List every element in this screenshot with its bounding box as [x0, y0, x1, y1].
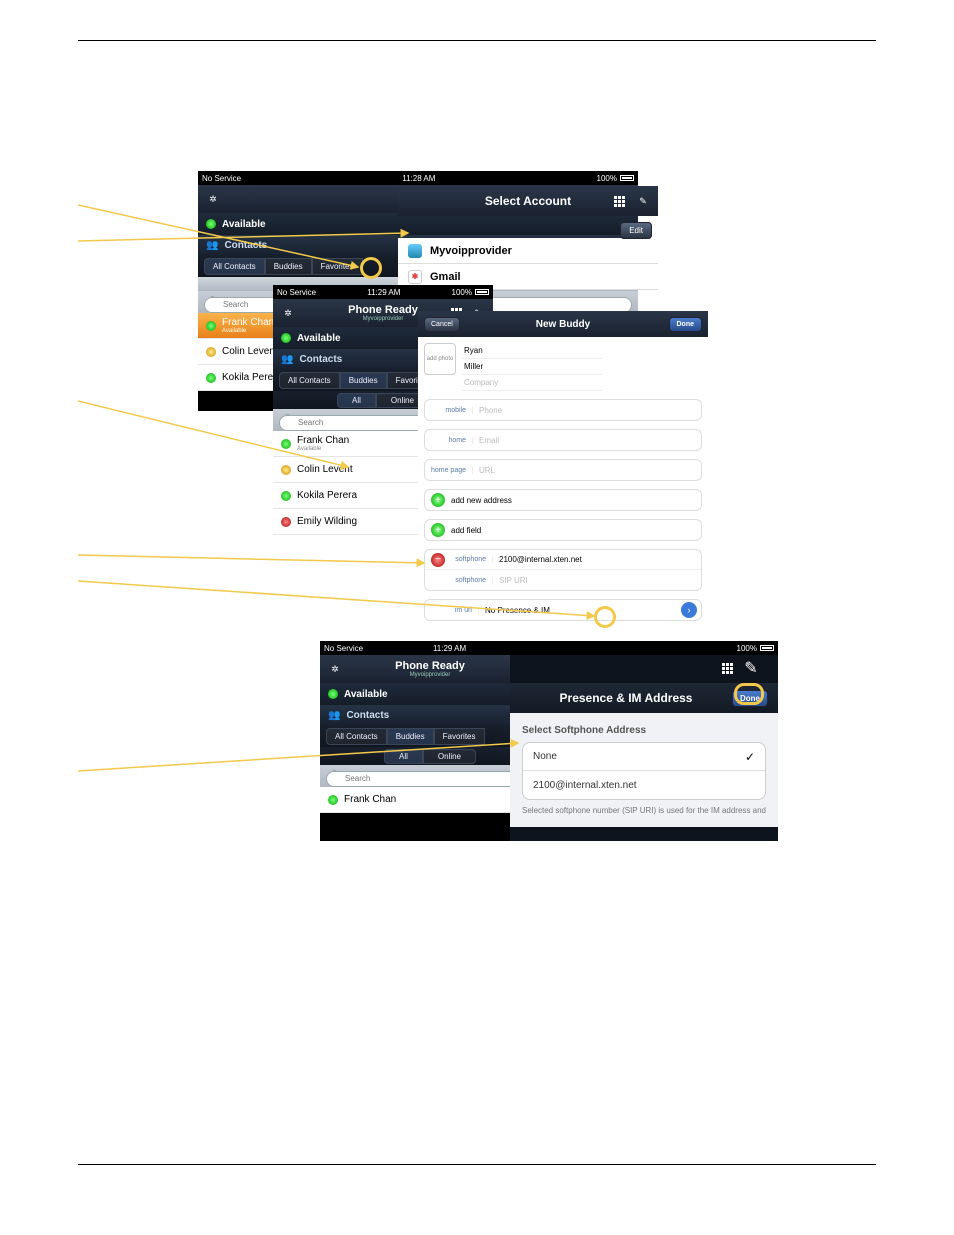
- presence-available-icon: [328, 689, 338, 699]
- status-bar: 100%: [510, 641, 778, 655]
- field-homepage[interactable]: home pageURL: [425, 460, 701, 480]
- contacts-label: Contacts: [224, 240, 267, 251]
- option-address[interactable]: 2100@internal.xten.net: [523, 771, 765, 799]
- availability-label: Available: [222, 219, 266, 230]
- delete-icon[interactable]: −: [431, 553, 445, 567]
- new-buddy-panel: Cancel New Buddy Done add photo Ryan Mil…: [418, 311, 708, 641]
- filter-all[interactable]: All: [384, 749, 423, 764]
- add-icon: +: [431, 493, 445, 507]
- select-account-nav: Select Account ✎: [398, 186, 658, 216]
- filter-all[interactable]: All: [337, 393, 376, 408]
- seg-favorites[interactable]: Favorites: [312, 258, 363, 275]
- seg-all-contacts[interactable]: All Contacts: [279, 372, 340, 389]
- seg-all-contacts[interactable]: All Contacts: [204, 258, 265, 275]
- presence-away-icon: [206, 347, 216, 357]
- field-mobile[interactable]: mobilePhone: [425, 400, 701, 420]
- people-icon: 👥: [206, 240, 218, 251]
- presence-available-icon: [281, 333, 291, 343]
- tool-icon[interactable]: ✎: [634, 192, 652, 210]
- status-time: 11:28 AM: [402, 174, 435, 183]
- availability-row[interactable]: Available: [320, 683, 540, 705]
- name-fields: Ryan Miller Company: [462, 343, 602, 391]
- field-home[interactable]: homeEmail: [425, 430, 701, 450]
- done-button[interactable]: Done: [732, 690, 768, 707]
- nav-bar: ✲ Phone ReadyMyvoipprovider: [320, 655, 540, 683]
- status-bar: No Service 11:29 AM: [320, 641, 540, 655]
- select-account-panel: Select Account ✎ Edit Myvoipprovider ✱Gm…: [398, 186, 658, 296]
- add-icon: +: [431, 523, 445, 537]
- section-title: Select Softphone Address: [522, 725, 766, 736]
- filter-online[interactable]: Online: [423, 749, 476, 764]
- filter-row: All Online: [320, 747, 540, 765]
- dialpad-icon[interactable]: [718, 659, 736, 677]
- search-row: [320, 765, 540, 787]
- presence-available-icon: [328, 795, 338, 805]
- check-icon: ✓: [745, 750, 755, 764]
- option-none[interactable]: None✓: [523, 743, 765, 771]
- form-body: add photo Ryan Miller Company mobilePhon…: [418, 337, 708, 627]
- im-uri-row[interactable]: im uriNo Presence & IM›: [425, 600, 701, 620]
- tool-icon[interactable]: ✎: [742, 659, 760, 677]
- presence-title: Presence & IM Address: [520, 691, 732, 705]
- people-icon: 👥: [281, 354, 293, 365]
- seg-buddies[interactable]: Buddies: [387, 728, 434, 745]
- account-list: Myvoipprovider ✱Gmail: [398, 238, 658, 290]
- segment-row: All Contacts Buddies Favorites +: [320, 725, 540, 747]
- people-icon: 👥: [328, 710, 340, 721]
- seg-all-contacts[interactable]: All Contacts: [326, 728, 387, 745]
- battery-icon: [620, 175, 634, 181]
- new-buddy-nav: Cancel New Buddy Done: [418, 311, 708, 337]
- battery-text: 100%: [597, 174, 617, 183]
- service-text: No Service: [202, 174, 241, 183]
- provider-icon: [408, 244, 422, 258]
- seg-buddies[interactable]: Buddies: [265, 258, 312, 275]
- last-name-field[interactable]: Miller: [462, 359, 602, 375]
- add-field-row[interactable]: +add field: [425, 520, 701, 540]
- contacts-header: 👥Contacts: [320, 705, 540, 725]
- note-text: Selected softphone number (SIP URI) is u…: [522, 806, 766, 815]
- presence-available-icon: [281, 491, 291, 501]
- account-row[interactable]: Myvoipprovider: [398, 238, 658, 264]
- edit-button[interactable]: Edit: [620, 222, 652, 239]
- presence-available-icon: [206, 219, 216, 229]
- search-input[interactable]: [326, 771, 534, 787]
- battery-icon: [760, 645, 774, 651]
- page: No Service 11:28 AM 100% ✲ Ph Available …: [78, 40, 876, 1165]
- presence-dnd-icon: [281, 517, 291, 527]
- softphone-row-2[interactable]: softphoneSIP URI: [425, 570, 701, 590]
- dialpad-icon[interactable]: [610, 192, 628, 210]
- first-name-field[interactable]: Ryan: [462, 343, 602, 359]
- gmail-icon: ✱: [408, 270, 422, 284]
- status-bar: No Service 11:28 AM 100%: [198, 171, 638, 185]
- seg-favorites[interactable]: Favorites: [434, 728, 485, 745]
- option-list: None✓ 2100@internal.xten.net: [522, 742, 766, 800]
- status-bar: No Service 11:29 AM 100%: [273, 285, 493, 299]
- contact-row[interactable]: Frank Chan: [320, 787, 540, 813]
- softphone-row-1[interactable]: −softphone2100@internal.xten.net: [425, 550, 701, 570]
- presence-header: Presence & IM Address Done: [510, 683, 778, 713]
- phone3-nav-icons: ✎: [718, 659, 760, 677]
- phone-3: No Service 11:29 AM ✲ Phone ReadyMyvoipp…: [320, 641, 540, 841]
- add-photo-button[interactable]: add photo: [424, 343, 456, 375]
- seg-buddies[interactable]: Buddies: [340, 372, 387, 389]
- presence-form: Select Softphone Address None✓ 2100@inte…: [510, 713, 778, 827]
- disclosure-icon[interactable]: ›: [681, 602, 697, 618]
- presence-available-icon: [206, 321, 216, 331]
- presence-available-icon: [281, 439, 291, 449]
- new-buddy-title: New Buddy: [418, 319, 708, 330]
- presence-away-icon: [281, 465, 291, 475]
- battery-icon: [475, 289, 489, 295]
- presence-available-icon: [206, 373, 216, 383]
- company-field[interactable]: Company: [462, 375, 602, 391]
- add-address-row[interactable]: +add new address: [425, 490, 701, 510]
